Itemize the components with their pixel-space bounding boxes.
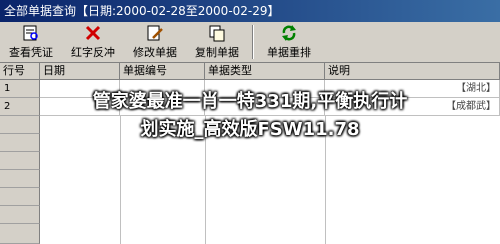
edit-document-icon (146, 24, 164, 42)
window-title: 全部单据查询【日期:2000-02-28至2000-02-29】 (0, 0, 500, 22)
copy-document-label: 复制单据 (195, 46, 239, 59)
red-reverse-button[interactable]: 红字反冲 (62, 22, 124, 62)
column-header-date[interactable]: 日期 (40, 63, 120, 80)
row-selector[interactable] (0, 152, 40, 170)
view-voucher-icon (22, 24, 40, 42)
copy-document-icon (208, 24, 226, 42)
red-x-icon (84, 24, 102, 42)
overlay-caption: 管家婆最准一肖一特331期,平衡执行计 划实施_高效版FSW11.78 (0, 88, 500, 144)
copy-document-button[interactable]: 复制单据 (186, 22, 248, 62)
row-selector[interactable] (0, 224, 40, 244)
reorder-documents-button[interactable]: 单据重排 (258, 22, 320, 62)
row-selector[interactable] (0, 188, 40, 206)
overlay-caption-line1: 管家婆最准一肖一特331期,平衡执行计 (92, 91, 408, 112)
reorder-documents-label: 单据重排 (267, 46, 311, 59)
view-voucher-button[interactable]: 查看凭证 (0, 22, 62, 62)
row-selector[interactable] (0, 206, 40, 224)
red-reverse-label: 红字反冲 (71, 46, 115, 59)
view-voucher-label: 查看凭证 (9, 46, 53, 59)
refresh-icon (280, 24, 298, 42)
edit-document-button[interactable]: 修改单据 (124, 22, 186, 62)
column-header-note[interactable]: 说明 (325, 63, 500, 80)
edit-document-label: 修改单据 (133, 46, 177, 59)
toolbar: 查看凭证 红字反冲 修改单据 复制单据 单据重排 (0, 22, 500, 63)
row-selector[interactable] (0, 170, 40, 188)
toolbar-separator (252, 25, 254, 59)
column-header-row-no[interactable]: 行号 (0, 63, 40, 80)
overlay-caption-line2: 划实施_高效版FSW11.78 (140, 119, 360, 140)
column-header-doc-number[interactable]: 单据编号 (120, 63, 205, 80)
column-header-doc-type[interactable]: 单据类型 (205, 63, 325, 80)
